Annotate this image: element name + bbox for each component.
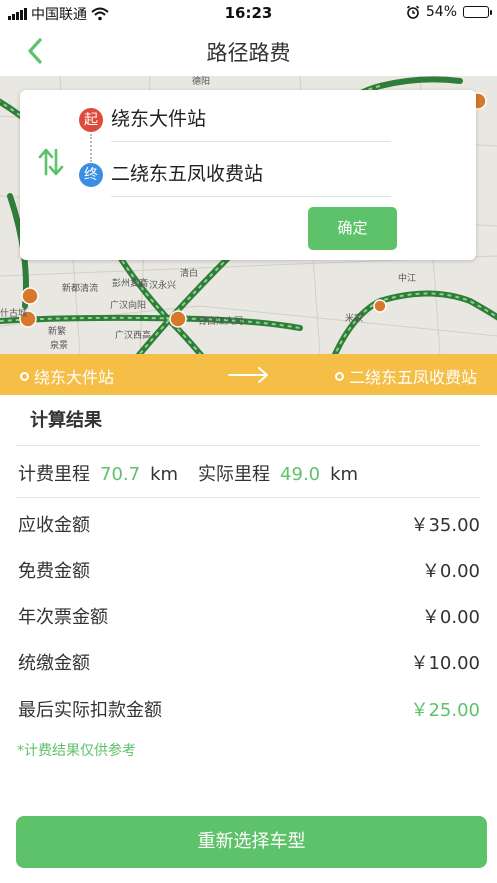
map-label: 德阳 — [192, 76, 210, 86]
divider — [16, 497, 480, 498]
fee-row-value: ￥35.00 — [410, 515, 480, 536]
fee-row-label: 应收金额 — [18, 515, 90, 536]
actual-mileage-label: 实际里程 — [198, 464, 271, 485]
route-to: 二绕东五凤收费站 — [334, 364, 477, 388]
fee-row-receivable: 应收金额 ￥35.00 — [18, 511, 480, 541]
billing-mileage-unit: km — [150, 464, 179, 485]
map-label: 泉景 — [50, 339, 68, 350]
swap-icon[interactable] — [38, 147, 64, 177]
fee-row-label: 年次票金额 — [18, 607, 108, 628]
route-from-label: 绕东大件站 — [34, 368, 115, 387]
fee-row-value: ￥10.00 — [410, 653, 480, 674]
page-title: 路径路费 — [206, 41, 291, 65]
fee-row-value: ￥0.00 — [421, 561, 480, 582]
map-label: 青白江大同 — [198, 315, 243, 326]
start-station-field[interactable]: 绕东大件站 — [111, 96, 391, 142]
start-badge: 起 — [79, 108, 103, 132]
fee-row-label: 最后实际扣款金额 — [18, 700, 162, 721]
fee-row-value: ￥0.00 — [421, 607, 480, 628]
confirm-button[interactable]: 确定 — [308, 207, 397, 250]
status-bar: 中国联通 16:23 54% — [0, 0, 497, 26]
disclaimer-note: *计费结果仅供参考 — [17, 743, 136, 759]
route-to-label: 二绕东五凤收费站 — [348, 368, 477, 387]
map-label: 米家 — [345, 312, 363, 323]
billing-mileage-value: 70.7 — [100, 464, 141, 485]
map-label: 清白 — [180, 267, 198, 278]
billing-mileage-label: 计费里程 — [18, 464, 90, 485]
battery-percent: 54% — [425, 4, 457, 20]
section-title: 计算结果 — [30, 410, 102, 431]
start-ring-icon — [20, 371, 29, 381]
mileage-line: 计费里程 70.7 km 实际里程 49.0 km — [18, 460, 358, 486]
map-label: 广汉永兴 — [140, 279, 176, 290]
fee-row-label: 免费金额 — [18, 561, 90, 582]
end-badge: 终 — [79, 163, 103, 187]
end-ring-icon — [334, 371, 344, 381]
alarm-icon — [406, 5, 419, 19]
fee-row-free: 免费金额 ￥0.00 — [18, 557, 480, 587]
route-dots — [90, 134, 92, 162]
route-search-card: 起 终 绕东大件站 二绕东五凤收费站 确定 — [20, 90, 476, 260]
actual-mileage-value: 49.0 — [280, 464, 321, 485]
map-label: 广汉向阳 — [110, 299, 146, 310]
fee-row-annual-ticket: 年次票金额 ￥0.00 — [18, 603, 480, 633]
fee-row-unified: 统缴金额 ￥10.00 — [18, 649, 480, 679]
map-label: 新繁 — [48, 325, 66, 336]
actual-mileage-unit: km — [330, 464, 359, 485]
fee-row-final: 最后实际扣款金额 ￥25.00 — [18, 696, 480, 726]
map-label: 中江 — [398, 272, 416, 283]
map-label: 新都清流 — [62, 282, 98, 293]
arrow-right-icon — [228, 367, 268, 383]
route-summary-strip: 绕东大件站 二绕东五凤收费站 — [0, 354, 497, 395]
divider — [16, 445, 480, 446]
map-label: 什古城 — [0, 307, 27, 318]
status-right: 54% — [406, 4, 492, 20]
end-station-field[interactable]: 二绕东五凤收费站 — [111, 151, 391, 197]
fee-row-value-final: ￥25.00 — [410, 700, 480, 721]
reselect-vehicle-button[interactable]: 重新选择车型 — [16, 816, 487, 868]
map-label: 广汉西高 — [115, 329, 151, 340]
battery-icon — [463, 6, 492, 18]
fee-row-label: 统缴金额 — [18, 653, 90, 674]
route-from: 绕东大件站 — [20, 364, 114, 388]
nav-bar: 路径路费 — [0, 26, 497, 76]
